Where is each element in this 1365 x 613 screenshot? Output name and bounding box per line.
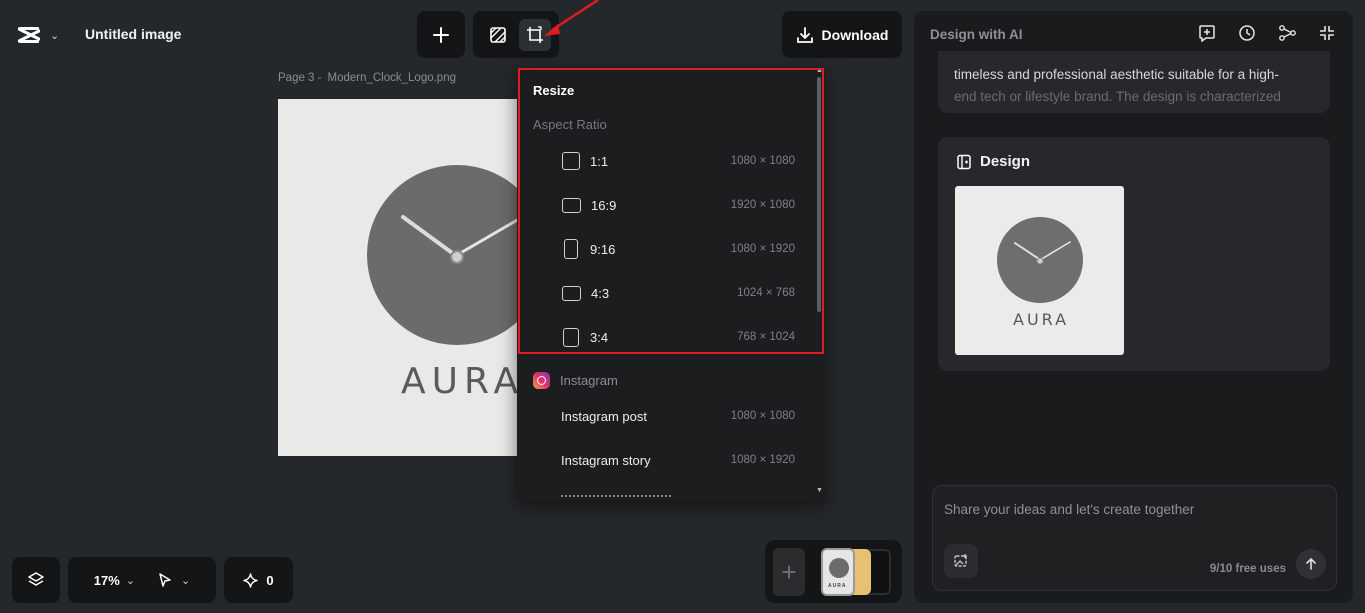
new-chat-button[interactable] xyxy=(1197,23,1217,43)
ratio-label: 3:4 xyxy=(590,329,609,345)
sparkle-icon xyxy=(243,572,259,588)
option-label: Instagram story xyxy=(561,452,651,468)
capcut-logo-icon xyxy=(18,27,40,43)
page-file-name[interactable]: Modern_Clock_Logo.png xyxy=(327,72,456,84)
design-heading-text: Design xyxy=(980,153,1031,170)
ratio-option-1-1[interactable]: 1:1 1080 × 1080 xyxy=(517,143,817,179)
design-result-card: Design AURA xyxy=(938,137,1330,371)
free-uses-counter: 9/10 free uses xyxy=(1209,563,1286,575)
chevron-down-icon[interactable]: ⌄ xyxy=(181,574,190,587)
background-button[interactable] xyxy=(482,19,514,51)
ratio-label: 4:3 xyxy=(591,285,610,301)
send-button[interactable] xyxy=(1296,549,1326,579)
message-text-line: end tech or lifestyle brand. The design … xyxy=(954,89,1281,104)
instagram-icon xyxy=(533,372,550,389)
logo-brand-text: AURA xyxy=(401,361,525,402)
scroll-down-arrow-icon[interactable]: ▼ xyxy=(816,487,823,494)
ratio-option-16-9[interactable]: 16:9 1920 × 1080 xyxy=(517,187,817,223)
history-icon xyxy=(1239,25,1255,41)
background-icon xyxy=(489,26,506,43)
panel-actions xyxy=(1197,23,1337,43)
page-label: Page 3 - Modern_Clock_Logo.png xyxy=(278,72,456,84)
zoom-level[interactable]: 17% xyxy=(94,573,120,588)
ratio-size: 1080 × 1920 xyxy=(730,243,795,255)
collapse-icon xyxy=(1320,26,1334,40)
resize-dropdown: Resize Aspect Ratio 1:1 1080 × 1080 16:9… xyxy=(517,67,826,500)
message-text-line: timeless and professional aesthetic suit… xyxy=(954,67,1279,82)
clock-hands-icon xyxy=(1014,241,1071,265)
history-button[interactable] xyxy=(1237,23,1257,43)
add-page-button[interactable]: + xyxy=(773,548,805,596)
ratio-option-4-3[interactable]: 4:3 1024 × 768 xyxy=(517,275,817,311)
prompt-composer[interactable]: Share your ideas and let's create togeth… xyxy=(932,485,1337,591)
portrait-icon xyxy=(563,327,579,347)
layers-icon xyxy=(28,572,44,586)
thumb-brand-text: AURA xyxy=(1013,310,1070,329)
ai-credits-button[interactable]: 0 xyxy=(224,557,293,603)
add-element-button[interactable] xyxy=(417,11,465,58)
instagram-section-text: Instagram xyxy=(560,373,618,388)
ratio-label: 1:1 xyxy=(590,153,609,169)
ai-message-card: timeless and professional aesthetic suit… xyxy=(938,51,1330,113)
chevron-down-icon[interactable]: ⌄ xyxy=(126,574,135,587)
annotation-arrow-icon xyxy=(544,0,599,36)
ratio-option-3-4[interactable]: 3:4 768 × 1024 xyxy=(517,319,817,355)
design-icon xyxy=(957,154,971,169)
scroll-up-arrow-icon[interactable]: ▲ xyxy=(816,67,823,74)
new-chat-icon xyxy=(1199,25,1215,42)
ratio-size: 1920 × 1080 xyxy=(730,199,795,211)
square-icon xyxy=(562,152,580,170)
image-upload-icon xyxy=(954,554,967,567)
aspect-ratio-section-label: Aspect Ratio xyxy=(533,117,607,132)
document-title[interactable]: Untitled image xyxy=(85,26,181,42)
thumb-clock-image xyxy=(997,217,1083,303)
design-with-ai-panel: Design with AI timeless and professional… xyxy=(914,11,1353,603)
instagram-post-option[interactable]: Instagram post 1080 × 1080 xyxy=(517,398,817,434)
page-thumbnail-current[interactable]: AURA xyxy=(821,548,855,596)
landscape-icon xyxy=(562,197,581,213)
resize-title: Resize xyxy=(533,83,575,98)
thumb-brand-text: AURA xyxy=(828,583,847,589)
ratio-option-9-16[interactable]: 9:16 1080 × 1920 xyxy=(517,231,817,267)
design-heading: Design xyxy=(956,153,1030,170)
select-cursor-icon[interactable] xyxy=(157,572,173,588)
ratio-size: 768 × 1024 xyxy=(737,331,795,343)
upload-image-button[interactable] xyxy=(944,544,978,578)
share-button[interactable] xyxy=(1277,23,1297,43)
page-number: Page 3 - xyxy=(278,72,322,84)
portrait-icon xyxy=(564,239,578,259)
dropdown-scrollbar[interactable] xyxy=(817,77,821,312)
pages-strip: + AURA xyxy=(765,540,902,603)
page-thumbnails[interactable]: AURA xyxy=(821,548,895,596)
collapse-panel-button[interactable] xyxy=(1317,23,1337,43)
ratio-label: 9:16 xyxy=(590,241,616,257)
ratio-size: 1024 × 768 xyxy=(737,287,795,299)
download-button[interactable]: Download xyxy=(782,11,902,58)
design-thumbnail[interactable]: AURA xyxy=(955,186,1124,355)
ratio-label: 16:9 xyxy=(591,197,617,213)
plus-icon xyxy=(433,26,449,43)
next-option-peek xyxy=(561,495,671,500)
instagram-story-option[interactable]: Instagram story 1080 × 1920 xyxy=(517,442,817,478)
layers-button[interactable] xyxy=(12,557,60,603)
thumb-clock-image xyxy=(829,558,849,578)
app-menu-button[interactable]: ⌄ xyxy=(12,14,74,56)
instagram-section-label: Instagram xyxy=(533,372,618,389)
arrow-up-icon xyxy=(1306,558,1316,570)
option-size: 1080 × 1920 xyxy=(730,454,795,466)
prompt-placeholder[interactable]: Share your ideas and let's create togeth… xyxy=(944,502,1194,517)
ratio-size: 1080 × 1080 xyxy=(730,155,795,167)
share-icon xyxy=(1279,25,1296,41)
option-label: Instagram post xyxy=(561,408,647,424)
download-label: Download xyxy=(821,26,889,43)
landscape-icon xyxy=(562,285,581,301)
download-icon xyxy=(796,26,813,43)
zoom-controls: 17% ⌄ ⌄ xyxy=(68,557,216,603)
panel-title: Design with AI xyxy=(930,27,1023,42)
chevron-down-icon: ⌄ xyxy=(50,29,60,42)
option-size: 1080 × 1080 xyxy=(730,410,795,422)
ai-credits-count: 0 xyxy=(266,572,274,588)
